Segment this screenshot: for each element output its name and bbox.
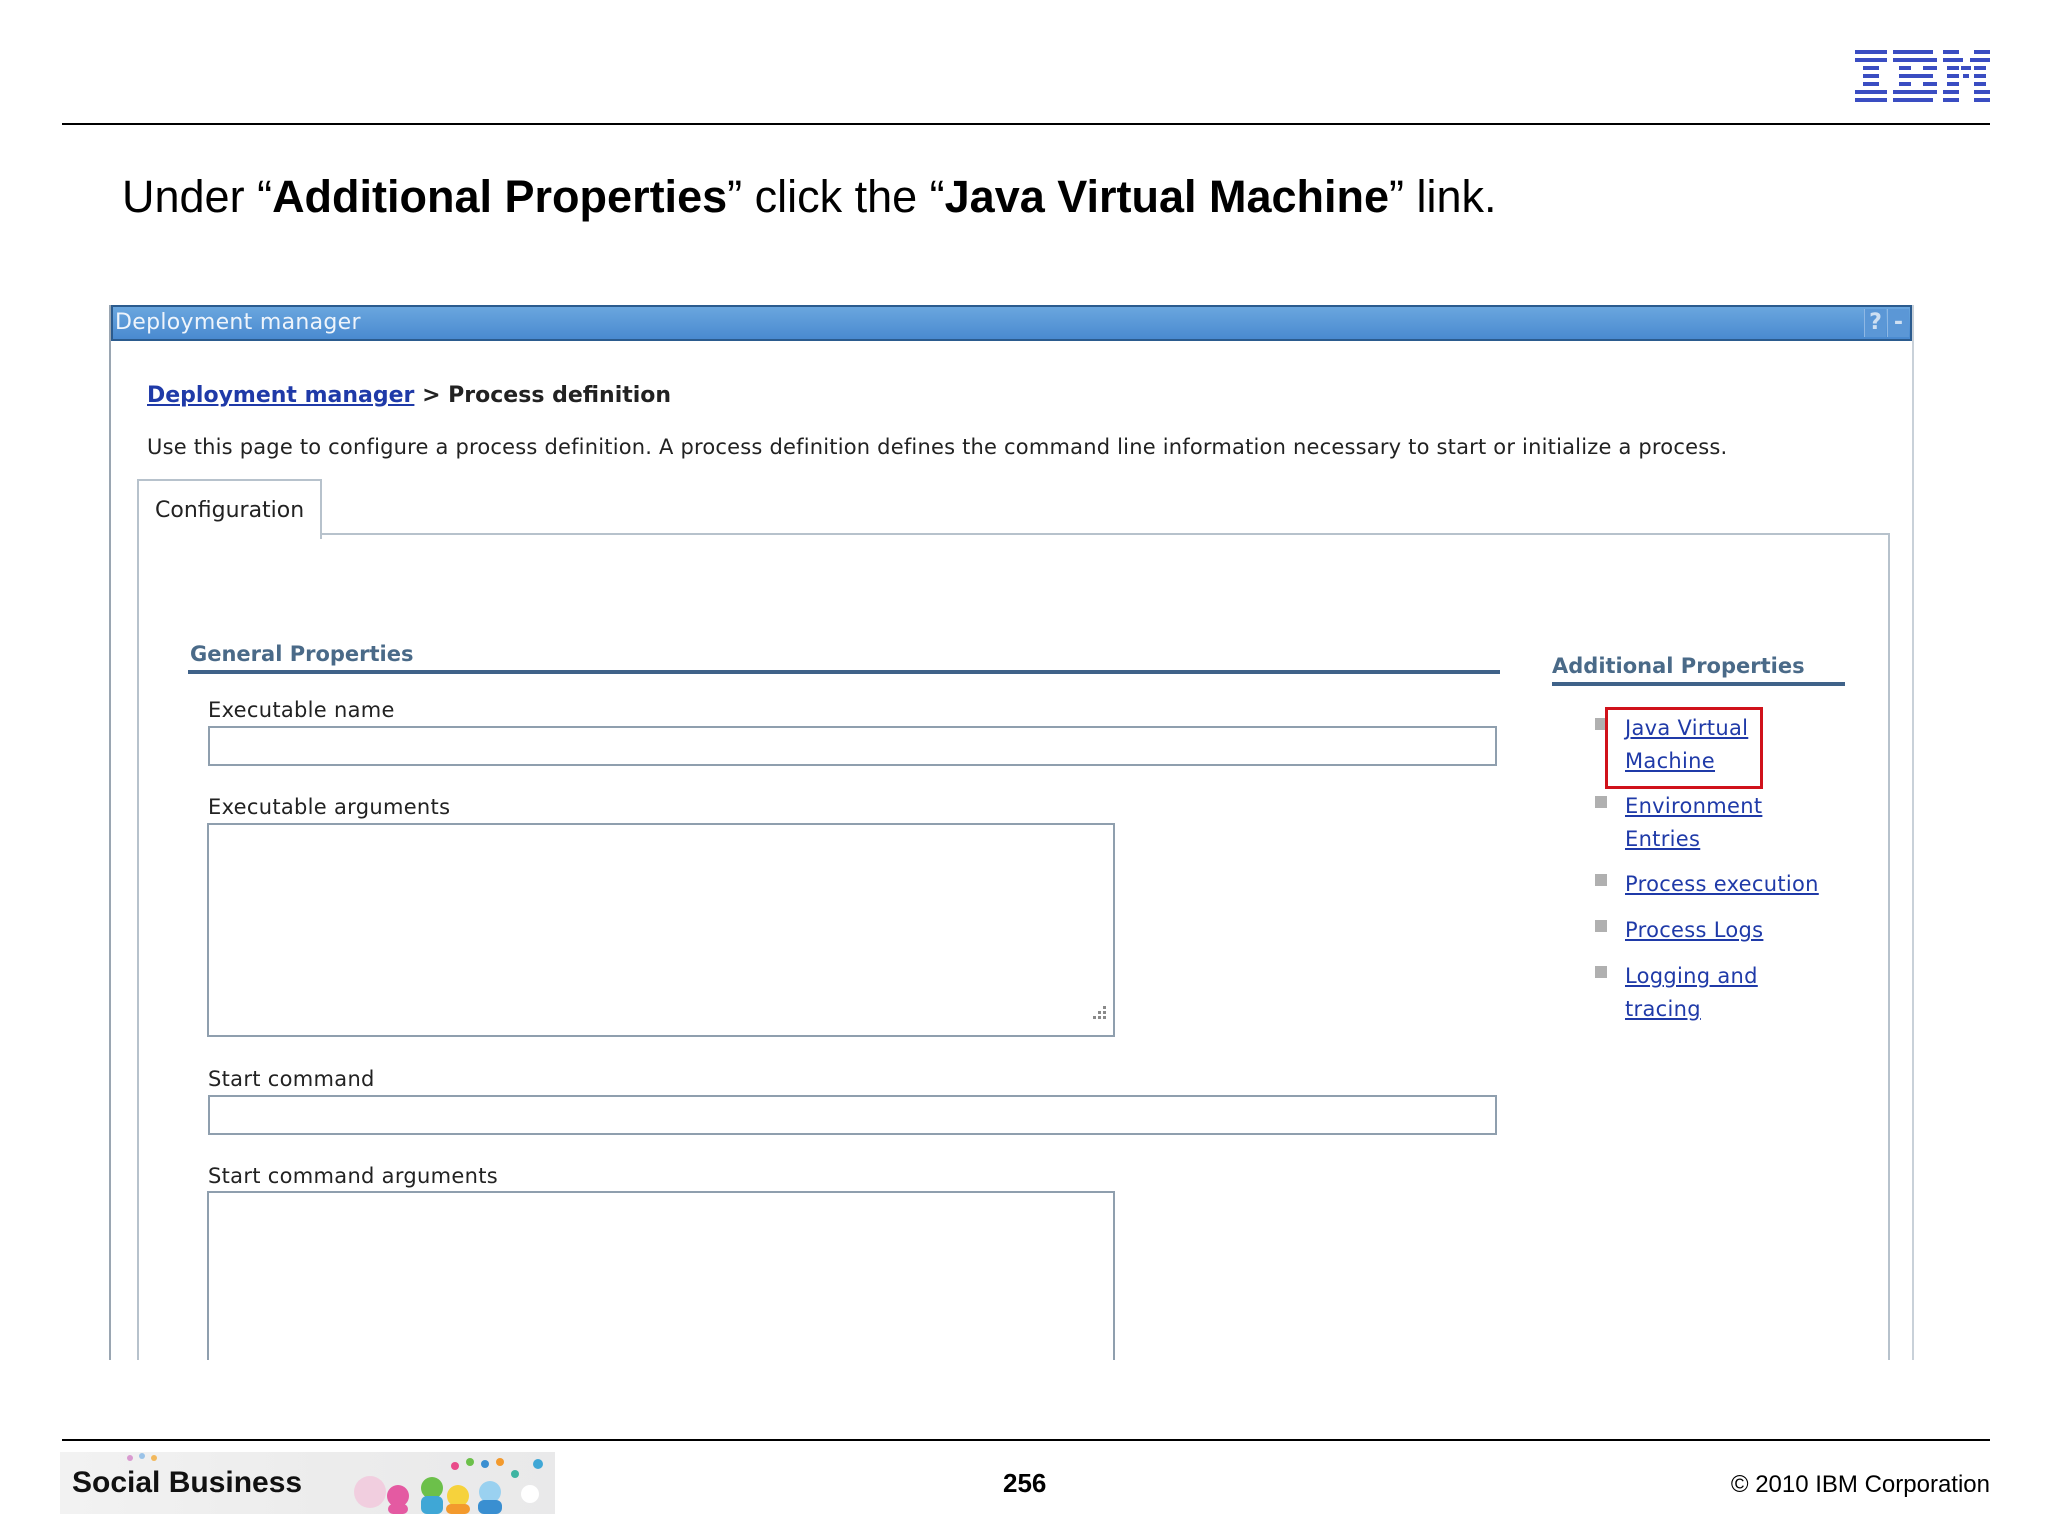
ibm-logo [1855,50,1990,102]
bullet-icon [1595,796,1607,808]
start-command-label: Start command [208,1067,375,1091]
bullet-icon [1595,920,1607,932]
process-execution-link[interactable]: Process execution [1625,868,1885,901]
breadcrumb: Deployment manager > Process definition [147,383,671,408]
headline-text: ” click the “ [727,171,945,222]
general-properties-title: General Properties [190,642,414,666]
breadcrumb-separator: > [414,383,449,408]
additional-properties-rule [1552,682,1845,686]
panel-title: Deployment manager [115,310,361,335]
breadcrumb-current: Process definition [448,383,672,408]
slide-headline: Under “Additional Properties” click the … [122,168,1497,226]
page-number: 256 [1003,1468,1047,1498]
panel-titlebar: Deployment manager ? - [111,305,1912,341]
copyright: © 2010 IBM Corporation [1730,1471,1990,1498]
minimize-icon[interactable]: - [1887,309,1909,337]
start-command-arguments-textarea[interactable] [207,1191,1115,1360]
help-icon[interactable]: ? [1864,309,1886,337]
general-properties-rule [188,670,1500,674]
executable-arguments-label: Executable arguments [208,795,451,819]
headline-text: Under “ [122,171,273,222]
headline-text: ” link. [1389,171,1497,222]
tab-label: Configuration [155,498,305,523]
logging-and-tracing-link[interactable]: Logging and tracing [1625,960,1785,1026]
headline-emphasis-additional-properties: Additional Properties [272,171,728,222]
header-divider [62,123,1990,125]
resize-grip-icon[interactable] [1087,1002,1109,1024]
footer-brand: Social Business [72,1466,303,1499]
highlight-box [1605,707,1763,789]
process-logs-link[interactable]: Process Logs [1625,914,1805,947]
admin-console-panel: Deployment manager ? - Deployment manage… [109,305,1914,1360]
footer-divider [62,1439,1990,1441]
start-command-arguments-label: Start command arguments [208,1164,498,1188]
environment-entries-link[interactable]: Environment Entries [1625,790,1805,856]
tab-configuration[interactable]: Configuration [137,479,322,539]
page-description: Use this page to configure a process def… [147,435,1728,459]
bullet-icon [1595,874,1607,886]
start-command-input[interactable] [208,1095,1497,1135]
social-business-banner: Social Business [60,1452,555,1514]
executable-name-label: Executable name [208,698,395,722]
breadcrumb-link-deployment-manager[interactable]: Deployment manager [147,383,414,408]
executable-arguments-textarea[interactable] [207,823,1115,1037]
additional-properties-title: Additional Properties [1552,654,1805,678]
headline-emphasis-java-virtual-machine: Java Virtual Machine [944,171,1390,222]
bullet-icon [1595,966,1607,978]
executable-name-input[interactable] [208,726,1497,766]
